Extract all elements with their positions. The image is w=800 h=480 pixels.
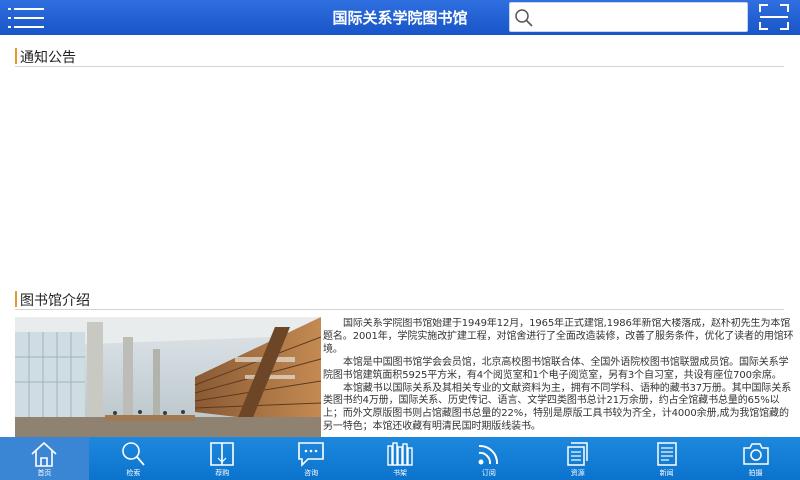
section-marker (15, 48, 17, 64)
tab-label: 咨询 (304, 469, 319, 477)
rss-icon (478, 444, 498, 465)
menu-icon[interactable] (8, 4, 48, 32)
notice-section-title: 通知公告 (20, 50, 76, 66)
notice-list (15, 70, 784, 280)
tab-consult[interactable]: 咨询 (267, 437, 356, 480)
library-photo (15, 317, 321, 437)
notice-section-header: 通知公告 (15, 45, 784, 67)
tab-label: 新闻 (659, 469, 674, 477)
scan-icon[interactable] (758, 3, 790, 31)
tab-label: 资源 (570, 469, 585, 477)
tab-home[interactable]: 首页 (0, 437, 89, 480)
intro-paragraph: 本馆是中国图书馆学会会员馆，北京高校图书馆联合体、全国外语院校图书馆联盟成员馆。… (323, 356, 789, 381)
tab-label: 荐购 (215, 469, 230, 477)
resource-icon (567, 442, 588, 466)
bookshelf-icon (387, 442, 413, 466)
app-screen: 国际关系学院图书馆 通知公告 图书馆介绍 国际关系学院图书馆始建于1949年12… (0, 0, 800, 480)
tab-camera[interactable]: 拍摄 (711, 437, 800, 480)
intro-section-header: 图书馆介绍 (15, 288, 784, 310)
bottom-tab-bar: 首页 检索 荐购 咨询 书架 订阅 资源 新闻 拍摄 (0, 437, 800, 480)
tab-label: 拍摄 (748, 469, 763, 477)
tab-label: 首页 (37, 469, 52, 477)
section-marker (15, 291, 17, 307)
search-box[interactable] (509, 2, 748, 32)
top-bar: 国际关系学院图书馆 (0, 0, 800, 35)
camera-icon (742, 443, 769, 465)
home-icon (31, 441, 57, 467)
tab-subscribe[interactable]: 订阅 (444, 437, 533, 480)
intro-text: 国际关系学院图书馆始建于1949年12月，1965年正式建馆,1986年新馆大楼… (323, 318, 795, 437)
book-open-icon (210, 442, 235, 466)
tab-label: 书架 (393, 469, 407, 477)
tab-recommend[interactable]: 荐购 (178, 437, 267, 480)
tab-label: 检索 (126, 469, 141, 477)
tab-news[interactable]: 新闻 (622, 437, 711, 480)
intro-paragraph: 国际关系学院图书馆始建于1949年12月，1965年正式建馆,1986年新馆大楼… (323, 318, 794, 355)
tab-search[interactable]: 检索 (89, 437, 178, 480)
search-input[interactable] (536, 7, 741, 27)
tab-bookshelf[interactable]: 书架 (356, 437, 445, 480)
chat-icon (298, 442, 324, 467)
search-icon (515, 9, 533, 27)
news-icon (656, 442, 677, 466)
tab-resources[interactable]: 资源 (533, 437, 622, 480)
intro-section-title: 图书馆介绍 (20, 293, 90, 309)
search-icon (122, 442, 146, 466)
intro-paragraph: 本馆藏书以国际关系及其相关专业的文献资料为主，拥有不同学科、语种的藏书37万册。… (323, 382, 792, 433)
tab-label: 订阅 (481, 469, 496, 477)
